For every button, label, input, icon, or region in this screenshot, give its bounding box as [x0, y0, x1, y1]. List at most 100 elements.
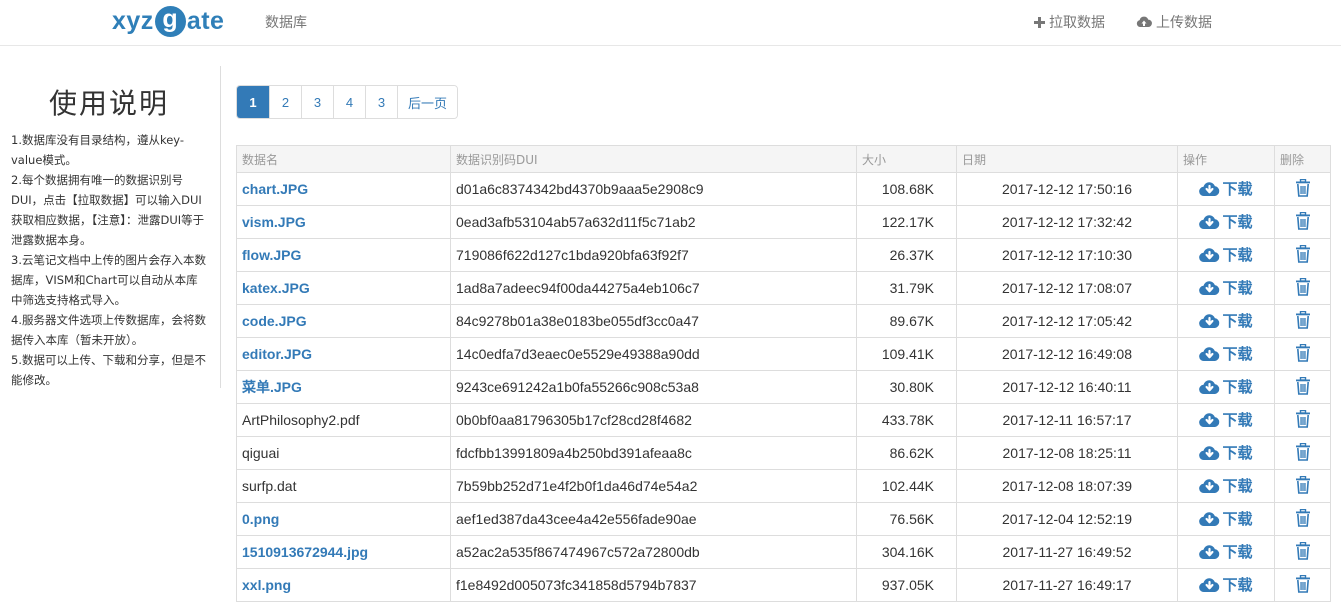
download-button[interactable]: 下载	[1199, 343, 1253, 364]
logo-text-left: xyz	[112, 6, 154, 35]
date-cell: 2017-12-12 16:49:08	[956, 337, 1178, 371]
nav-database-link[interactable]: 数据库	[265, 12, 307, 32]
page-5-button[interactable]: 3	[365, 86, 397, 118]
download-label: 下载	[1222, 543, 1253, 562]
size-cell: 122.17K	[856, 205, 957, 239]
page-1-button[interactable]: 1	[237, 86, 269, 118]
download-button[interactable]: 下载	[1199, 475, 1253, 496]
upload-data-link[interactable]: 上传数据	[1136, 12, 1212, 32]
size-cell: 30.80K	[856, 370, 957, 404]
download-label: 下载	[1222, 345, 1253, 364]
dui-cell: a52ac2a535f867474967c572a72800db	[450, 535, 857, 569]
delete-button[interactable]	[1295, 244, 1311, 263]
cloud-download-icon	[1199, 478, 1220, 494]
file-name-cell[interactable]: xxl.png	[236, 568, 451, 602]
delete-button[interactable]	[1295, 211, 1311, 230]
table-row: katex.JPG 1ad8a7adeec94f00da44275a4eb106c…	[236, 271, 1331, 305]
operation-cell: 下载	[1177, 304, 1275, 338]
logo-g-circle: g	[154, 5, 186, 37]
delete-button[interactable]	[1295, 343, 1311, 362]
top-navbar: xyz g ate 数据库 拉取数据 上传数据	[0, 0, 1341, 46]
trash-icon	[1295, 343, 1311, 362]
file-name-cell[interactable]: chart.JPG	[236, 172, 451, 206]
operation-cell: 下载	[1177, 469, 1275, 503]
download-button[interactable]: 下载	[1199, 178, 1253, 199]
cloud-download-icon	[1199, 280, 1220, 296]
file-name-cell[interactable]: flow.JPG	[236, 238, 451, 272]
page-2-button[interactable]: 2	[269, 86, 301, 118]
dui-cell: 7b59bb252d71e4f2b0f1da46d74e54a2	[450, 469, 857, 503]
table-row: 菜单.JPG 9243ce691242a1b0fa55266c908c53a8 30…	[236, 370, 1331, 404]
table-row: vism.JPG 0ead3afb53104ab57a632d11f5c71ab2…	[236, 205, 1331, 239]
table-row: ArtPhilosophy2.pdf 0b0bf0aa81796305b17cf2…	[236, 403, 1331, 437]
instructions-title: 使用说明	[48, 87, 169, 120]
instructions-sidebar: 使用说明 1.数据库没有目录结构，遵从key-value模式。 2.每个数据拥有…	[0, 66, 221, 388]
trash-icon	[1295, 541, 1311, 560]
size-cell: 86.62K	[856, 436, 957, 470]
download-button[interactable]: 下载	[1199, 376, 1253, 397]
table-row: 0.png aef1ed387da43cee4a42e556fade90ae 76.…	[236, 502, 1331, 536]
file-name-cell[interactable]: 1510913672944.jpg	[236, 535, 451, 569]
date-cell: 2017-12-12 17:50:16	[956, 172, 1178, 206]
cloud-download-icon	[1199, 544, 1220, 560]
table-row: chart.JPG d01a6c8374342bd4370b9aaa5e2908c…	[236, 172, 1331, 206]
delete-cell	[1274, 337, 1331, 371]
delete-button[interactable]	[1295, 574, 1311, 593]
instruction-item: 5.数据可以上传、下载和分享，但是不能修改。	[11, 353, 206, 387]
dui-cell: 719086f622d127c1bda920bfa63f92f7	[450, 238, 857, 272]
delete-button[interactable]	[1295, 475, 1311, 494]
delete-cell	[1274, 304, 1331, 338]
brand-logo[interactable]: xyz g ate	[112, 2, 224, 40]
pagination: 1 2 3 4 3 后一页	[236, 85, 459, 119]
cloud-download-icon	[1199, 247, 1220, 263]
next-page-button[interactable]: 后一页	[397, 86, 458, 118]
file-name-cell[interactable]: 菜单.JPG	[236, 370, 451, 404]
delete-button[interactable]	[1295, 541, 1311, 560]
delete-button[interactable]	[1295, 310, 1311, 329]
delete-button[interactable]	[1295, 442, 1311, 461]
download-label: 下载	[1222, 180, 1253, 199]
download-button[interactable]: 下载	[1199, 541, 1253, 562]
dui-cell: 1ad8a7adeec94f00da44275a4eb106c7	[450, 271, 857, 305]
pull-data-label: 拉取数据	[1049, 15, 1105, 31]
file-name-cell[interactable]: editor.JPG	[236, 337, 451, 371]
cloud-download-icon	[1199, 346, 1220, 362]
file-name-cell[interactable]: vism.JPG	[236, 205, 451, 239]
delete-cell	[1274, 436, 1331, 470]
header-op: 操作	[1177, 145, 1275, 173]
date-cell: 2017-12-12 17:08:07	[956, 271, 1178, 305]
download-label: 下载	[1222, 246, 1253, 265]
download-button[interactable]: 下载	[1199, 277, 1253, 298]
operation-cell: 下载	[1177, 403, 1275, 437]
file-name-cell[interactable]: 0.png	[236, 502, 451, 536]
download-label: 下载	[1222, 378, 1253, 397]
table-row: flow.JPG 719086f622d127c1bda920bfa63f92f7…	[236, 238, 1331, 272]
delete-button[interactable]	[1295, 178, 1311, 197]
cloud-download-icon	[1199, 181, 1220, 197]
delete-button[interactable]	[1295, 508, 1311, 527]
size-cell: 102.44K	[856, 469, 957, 503]
file-name-cell[interactable]: katex.JPG	[236, 271, 451, 305]
instruction-item: 2.每个数据拥有唯一的数据识别号DUI，点击【拉取数据】可以输入DUI获取相应数…	[11, 173, 205, 247]
download-button[interactable]: 下载	[1199, 310, 1253, 331]
download-button[interactable]: 下载	[1199, 409, 1253, 430]
table-row: 1510913672944.jpg a52ac2a535f867474967c57…	[236, 535, 1331, 569]
size-cell: 76.56K	[856, 502, 957, 536]
download-button[interactable]: 下载	[1199, 244, 1253, 265]
file-name-cell[interactable]: code.JPG	[236, 304, 451, 338]
page-3-button[interactable]: 3	[301, 86, 333, 118]
size-cell: 89.67K	[856, 304, 957, 338]
download-button[interactable]: 下载	[1199, 508, 1253, 529]
pull-data-link[interactable]: 拉取数据	[1034, 12, 1105, 32]
download-label: 下载	[1222, 576, 1253, 595]
delete-button[interactable]	[1295, 409, 1311, 428]
download-button[interactable]: 下载	[1199, 574, 1253, 595]
download-button[interactable]: 下载	[1199, 442, 1253, 463]
header-delete: 删除	[1274, 145, 1331, 173]
delete-button[interactable]	[1295, 376, 1311, 395]
delete-cell	[1274, 271, 1331, 305]
page-4-button[interactable]: 4	[333, 86, 365, 118]
download-button[interactable]: 下载	[1199, 211, 1253, 232]
table-header-row: 数据名 数据识别码DUI 大小 日期 操作 删除	[236, 145, 1331, 173]
delete-button[interactable]	[1295, 277, 1311, 296]
